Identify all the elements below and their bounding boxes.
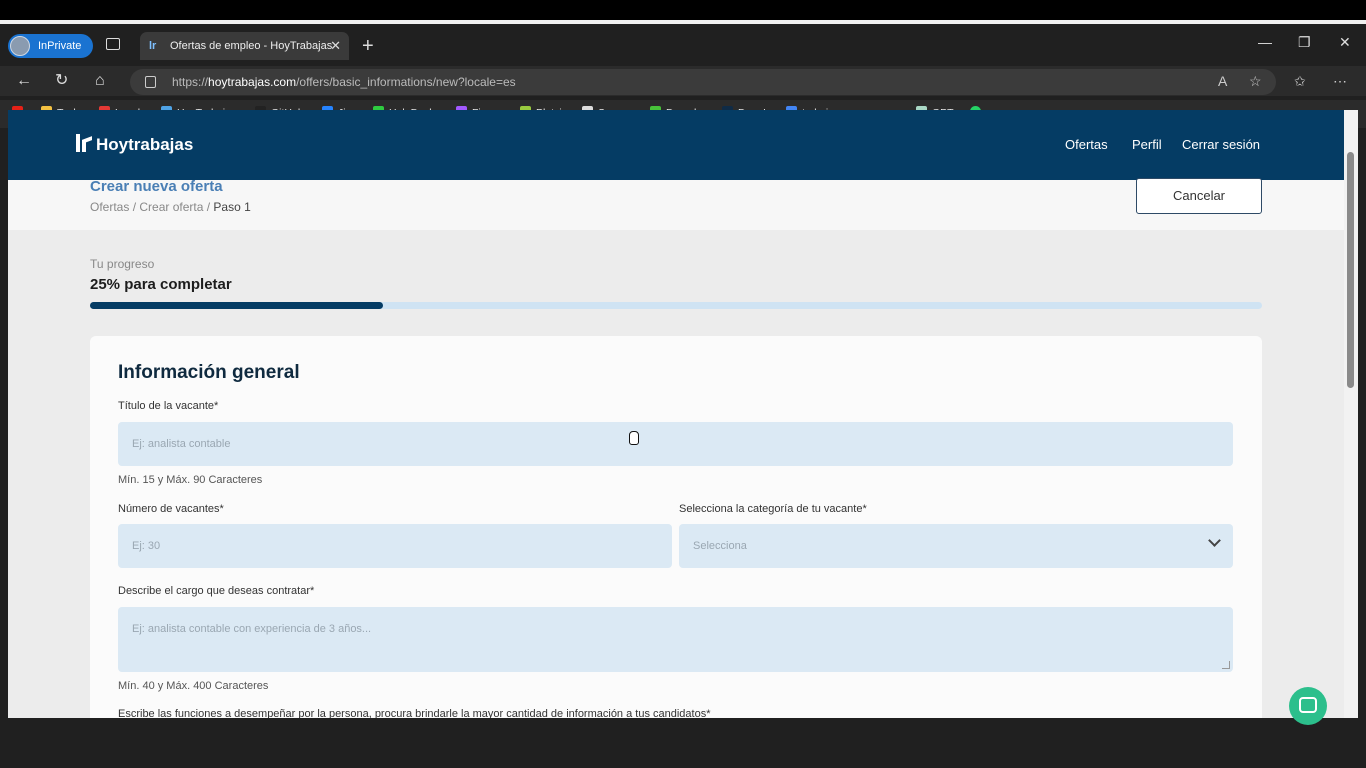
hoytrabajas-favicon-icon: lr — [149, 40, 157, 52]
nav-ofertas[interactable]: Ofertas — [1065, 137, 1108, 152]
category-select-value: Selecciona — [693, 540, 747, 552]
minimize-icon[interactable]: — — [1258, 34, 1272, 50]
site-header: Hoytrabajas Ofertas Perfil Cerrar sesión — [8, 110, 1344, 180]
profile-avatar — [10, 36, 30, 56]
inprivate-badge[interactable]: InPrivate — [8, 34, 94, 58]
description-textarea[interactable]: Ej: analista contable con experiencia de… — [118, 607, 1233, 672]
breadcrumb-ofertas[interactable]: Ofertas — [90, 200, 129, 214]
web-page: Hoytrabajas Ofertas Perfil Cerrar sesión… — [8, 110, 1344, 718]
inprivate-label: InPrivate — [38, 40, 82, 52]
refresh-icon[interactable]: ↻ — [55, 70, 68, 92]
tab-bar: InPrivate lr Ofertas de empleo - HoyTrab… — [0, 24, 1366, 66]
site-logo[interactable]: Hoytrabajas — [76, 134, 193, 155]
page-title-bar: Crear nueva oferta Ofertas / Crear ofert… — [8, 178, 1344, 230]
chat-button[interactable] — [1289, 687, 1327, 725]
description-label: Describe el cargo que deseas contratar* — [118, 585, 315, 597]
tab-title: Ofertas de empleo - HoyTrabajas — [170, 40, 333, 52]
navigation-bar: ← ↻ ⌂ https://hoytrabajas.com/offers/bas… — [0, 66, 1366, 96]
url-path: /offers/basic_informations/new?locale=es — [296, 75, 516, 89]
progress-bar — [90, 302, 1262, 309]
favorites-icon[interactable]: ✩ — [1294, 70, 1306, 92]
url-prefix: https:// — [172, 75, 209, 89]
progress-text: 25% para completar — [90, 276, 232, 293]
back-icon[interactable]: ← — [16, 70, 32, 92]
cancel-button[interactable]: Cancelar — [1136, 178, 1262, 214]
nav-cerrar-sesion[interactable]: Cerrar sesión — [1182, 137, 1260, 152]
vacancies-input[interactable]: Ej: 30 — [118, 524, 672, 568]
progress-bar-fill — [90, 302, 383, 309]
close-tab-icon[interactable]: ✕ — [330, 32, 341, 60]
logo-text: Hoytrabajas — [96, 135, 194, 154]
nav-perfil[interactable]: Perfil — [1132, 137, 1162, 152]
page-scrollbar[interactable] — [1344, 110, 1358, 718]
chat-icon — [1299, 697, 1317, 713]
breadcrumb-crear-oferta[interactable]: Crear oferta — [139, 200, 203, 214]
resize-grip-icon[interactable] — [1222, 661, 1230, 669]
new-tab-icon[interactable]: + — [362, 32, 374, 60]
category-label: Selecciona la categoría de tu vacante* — [679, 503, 867, 515]
job-title-input[interactable]: Ej: analista contable — [118, 422, 1233, 466]
scrollbar-thumb[interactable] — [1347, 152, 1354, 388]
close-window-icon[interactable]: ✕ — [1339, 34, 1351, 51]
progress-label: Tu progreso — [90, 257, 155, 271]
job-title-hint: Mín. 15 y Máx. 90 Caracteres — [118, 474, 263, 486]
hand-cursor-icon — [629, 431, 639, 445]
job-title-label: Título de la vacante* — [118, 400, 219, 412]
restore-icon[interactable]: ❐ — [1298, 34, 1311, 51]
favorite-star-icon[interactable]: ☆ — [1249, 70, 1262, 92]
address-bar[interactable]: https://hoytrabajas.com/offers/basic_inf… — [130, 69, 1276, 95]
description-hint: Mín. 40 y Máx. 400 Caracteres — [118, 680, 269, 692]
general-info-card: Información general Título de la vacante… — [90, 336, 1262, 718]
read-aloud-icon[interactable]: A — [1218, 70, 1227, 92]
hoytrabajas-logo-icon — [76, 134, 92, 152]
screen: InPrivate lr Ofertas de empleo - HoyTrab… — [0, 0, 1366, 768]
section-title: Información general — [118, 362, 300, 383]
lock-icon — [145, 76, 156, 88]
page-title: Crear nueva oferta — [90, 178, 223, 195]
url-domain: hoytrabajas.com — [208, 75, 297, 89]
breadcrumb: Ofertas / Crear oferta / Paso 1 — [90, 200, 251, 214]
breadcrumb-current: Paso 1 — [213, 200, 251, 214]
home-icon[interactable]: ⌂ — [95, 70, 105, 92]
category-select[interactable]: Selecciona — [679, 524, 1233, 568]
tab-actions-icon[interactable] — [106, 38, 120, 50]
browser-tab[interactable]: lr Ofertas de empleo - HoyTrabajas ✕ — [140, 32, 349, 60]
chevron-down-icon — [1208, 534, 1221, 547]
functions-label: Escribe las funciones a desempeñar por l… — [118, 708, 711, 718]
vacancies-label: Número de vacantes* — [118, 503, 224, 515]
description-placeholder: Ej: analista contable con experiencia de… — [132, 623, 372, 635]
more-menu-icon[interactable]: ⋯ — [1333, 70, 1347, 92]
